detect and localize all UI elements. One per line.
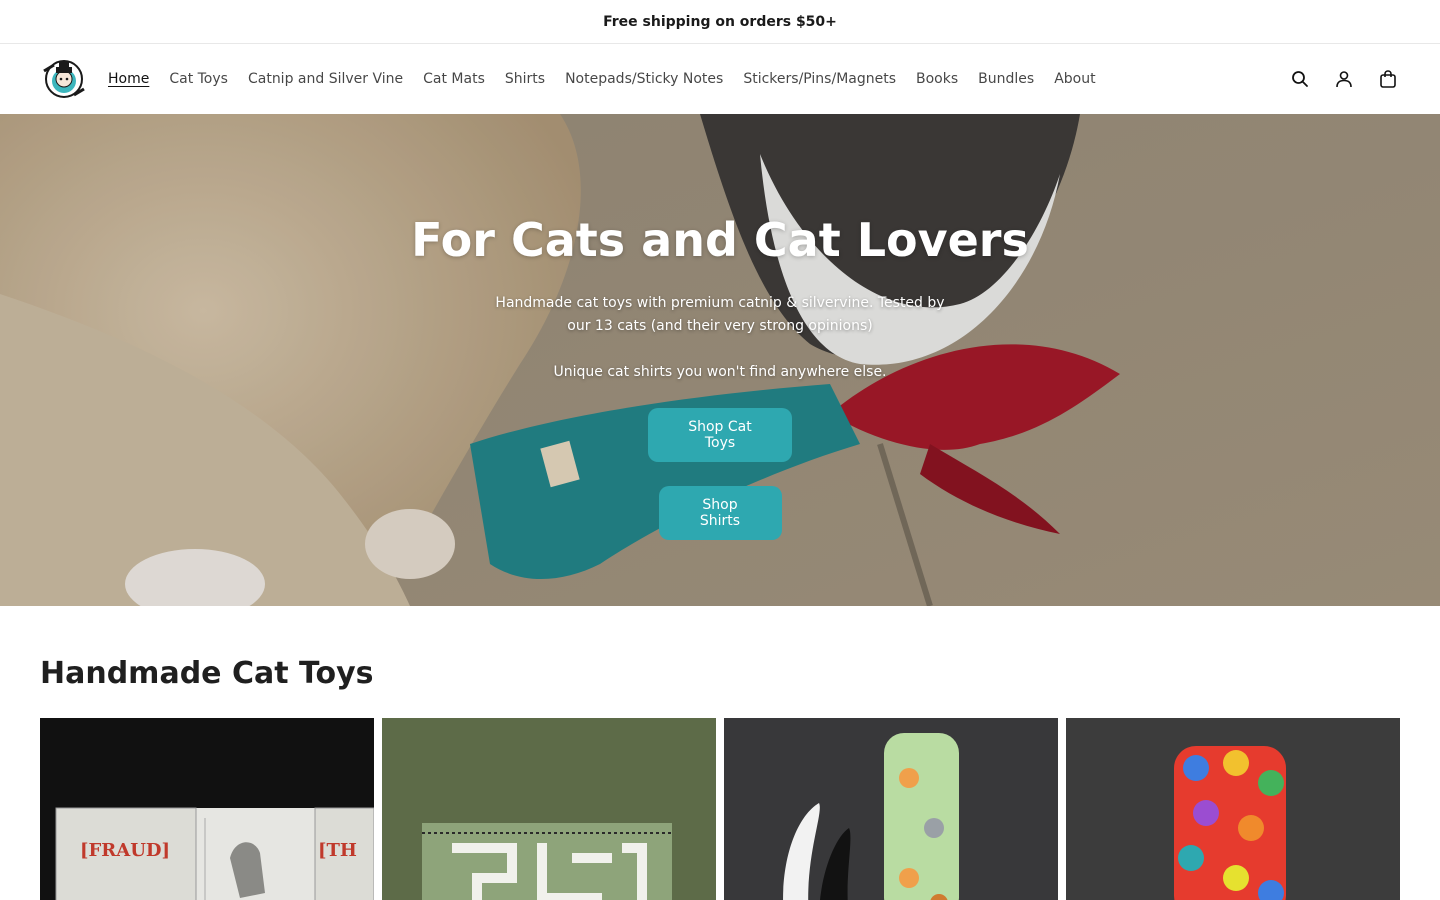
header-icons [1288, 44, 1400, 114]
cart-icon[interactable] [1376, 67, 1400, 91]
hero-description: Handmade cat toys with premium catnip & … [495, 295, 945, 334]
product-card[interactable] [1066, 718, 1400, 900]
hero-content: For Cats and Cat Lovers Handmade cat toy… [0, 210, 1440, 540]
svg-text:[FRAUD]: [FRAUD] [80, 840, 170, 861]
nav-home[interactable]: Home [108, 71, 149, 87]
product-card[interactable] [382, 718, 716, 900]
product-grid: [FRAUD] [TH [40, 718, 1400, 900]
nav-shirts[interactable]: Shirts [505, 71, 545, 87]
nav-books[interactable]: Books [916, 71, 958, 87]
product-image-green-maze [382, 718, 716, 900]
announcement-bar: Free shipping on orders $50+ [0, 0, 1440, 44]
main-nav: Home Cat Toys Catnip and Silver Vine Cat… [108, 71, 1096, 87]
product-image-rainbow-cats [1066, 718, 1400, 900]
product-image-cat-kicker [724, 718, 1058, 900]
hero-description-shirts: Unique cat shirts you won't find anywher… [553, 364, 887, 380]
product-image-fraud-print: [FRAUD] [TH [40, 718, 374, 900]
nav-about[interactable]: About [1054, 71, 1095, 87]
product-card[interactable] [724, 718, 1058, 900]
store-logo[interactable] [40, 55, 88, 103]
nav-catnip-silver-vine[interactable]: Catnip and Silver Vine [248, 71, 403, 87]
svg-text:[TH: [TH [318, 840, 357, 861]
hero-title: For Cats and Cat Lovers [411, 213, 1029, 267]
announcement-text: Free shipping on orders $50+ [603, 13, 837, 30]
shop-shirts-button[interactable]: Shop Shirts [658, 486, 782, 540]
nav-stickers[interactable]: Stickers/Pins/Magnets [743, 71, 896, 87]
nav-bundles[interactable]: Bundles [978, 71, 1034, 87]
site-header: Home Cat Toys Catnip and Silver Vine Cat… [0, 44, 1440, 114]
nav-cat-mats[interactable]: Cat Mats [423, 71, 485, 87]
nav-cat-toys[interactable]: Cat Toys [169, 71, 228, 87]
featured-collection: Handmade Cat Toys [FRAUD] [TH [0, 654, 1440, 900]
shop-cat-toys-button[interactable]: Shop Cat Toys [648, 408, 792, 462]
collection-title: Handmade Cat Toys [40, 656, 374, 691]
account-icon[interactable] [1332, 67, 1356, 91]
product-card[interactable]: [FRAUD] [TH [40, 718, 374, 900]
search-icon[interactable] [1288, 67, 1312, 91]
hero-banner: For Cats and Cat Lovers Handmade cat toy… [0, 114, 1440, 606]
nav-notepads[interactable]: Notepads/Sticky Notes [565, 71, 723, 87]
